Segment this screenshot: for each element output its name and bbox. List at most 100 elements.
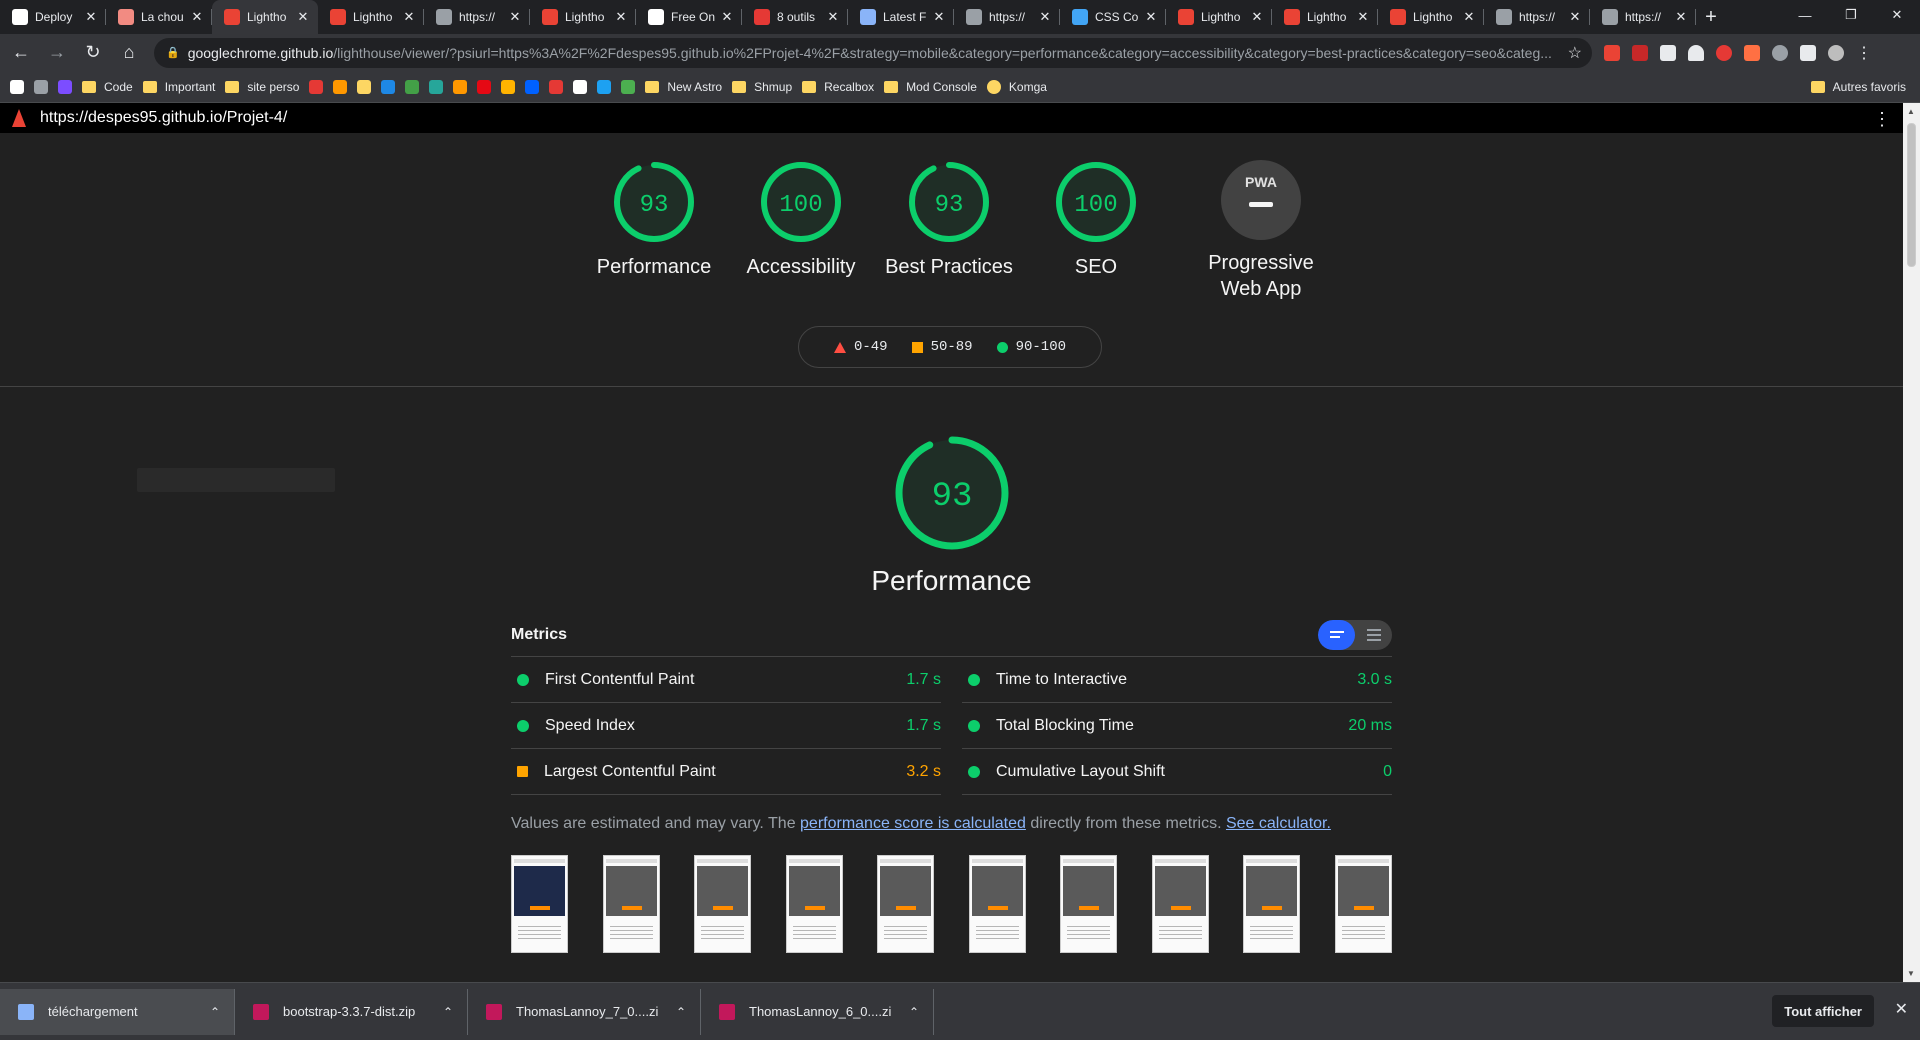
page-scrollbar[interactable]: ▲ ▼ (1903, 103, 1920, 982)
bookmark-item[interactable]: New Astro (645, 80, 722, 94)
browser-tab[interactable]: https:// ✕ (954, 0, 1060, 34)
browser-tab[interactable]: Lightho ✕ (318, 0, 424, 34)
bookmark-item[interactable] (477, 79, 492, 94)
browser-tab[interactable]: Lightho ✕ (530, 0, 636, 34)
scroll-down-icon[interactable]: ▼ (1907, 969, 1915, 978)
browser-tab[interactable]: Latest F ✕ (848, 0, 954, 34)
profile-avatar-icon[interactable] (1822, 39, 1850, 67)
download-item[interactable]: ThomasLannoy_6_0....zi ⌃ (701, 988, 934, 1035)
tab-close-icon[interactable]: ✕ (720, 9, 734, 25)
browser-tab[interactable]: CSS Co ✕ (1060, 0, 1166, 34)
chevron-up-icon[interactable]: ⌃ (443, 1005, 453, 1019)
see-calculator-link[interactable]: See calculator. (1226, 815, 1331, 832)
back-icon[interactable]: ← (6, 38, 36, 68)
gauge-performance[interactable]: 93 Performance (580, 160, 728, 280)
bookmark-item[interactable]: Komga (986, 79, 1047, 94)
bookmark-star-icon[interactable]: ☆ (1568, 43, 1582, 63)
home-icon[interactable]: ⌂ (114, 38, 144, 68)
restore-icon[interactable]: ❐ (1828, 0, 1874, 30)
score-calculated-link[interactable]: performance score is calculated (800, 815, 1026, 832)
bookmark-item[interactable]: Code (82, 80, 133, 94)
bookmark-item[interactable] (573, 79, 588, 94)
tab-close-icon[interactable]: ✕ (1568, 9, 1582, 25)
tab-close-icon[interactable]: ✕ (190, 9, 204, 25)
scrollbar-thumb[interactable] (1907, 123, 1916, 267)
browser-tab[interactable]: Lightho ✕ (1378, 0, 1484, 34)
browser-tab[interactable]: https:// ✕ (1590, 0, 1696, 34)
chevron-up-icon[interactable]: ⌃ (676, 1005, 686, 1019)
tab-close-icon[interactable]: ✕ (1144, 9, 1158, 25)
bookmark-item[interactable] (549, 79, 564, 94)
bookmark-item[interactable]: Recalbox (802, 80, 874, 94)
metrics-view-toggle[interactable] (1318, 619, 1392, 650)
chevron-up-icon[interactable]: ⌃ (909, 1005, 919, 1019)
tab-close-icon[interactable]: ✕ (826, 9, 840, 25)
minimize-icon[interactable]: — (1782, 0, 1828, 30)
report-menu-icon[interactable]: ⋮ (1873, 109, 1891, 130)
bookmark-item[interactable] (333, 79, 348, 94)
bookmark-item[interactable] (309, 79, 324, 94)
other-bookmarks[interactable]: Autres favoris (1810, 80, 1906, 94)
new-tab-icon[interactable]: + (1696, 0, 1726, 34)
show-all-downloads-button[interactable]: Tout afficher (1772, 995, 1874, 1027)
report-url[interactable]: https://despes95.github.io/Projet-4/ (40, 109, 287, 127)
bookmark-item[interactable] (453, 79, 468, 94)
browser-tab[interactable]: Deploy ✕ (0, 0, 106, 34)
tab-close-icon[interactable]: ✕ (508, 9, 522, 25)
close-window-icon[interactable]: ✕ (1874, 0, 1920, 30)
red-extension-icon[interactable] (1626, 39, 1654, 67)
gmail-extension-icon[interactable] (1598, 39, 1626, 67)
download-item[interactable]: bootstrap-3.3.7-dist.zip ⌃ (235, 988, 468, 1035)
scroll-up-icon[interactable]: ▲ (1907, 107, 1915, 116)
forward-icon[interactable]: → (42, 38, 72, 68)
bookmark-item[interactable]: site perso (225, 80, 299, 94)
lock-icon[interactable]: 🔒 (166, 46, 180, 59)
chevron-up-icon[interactable]: ⌃ (210, 1005, 220, 1019)
tab-close-icon[interactable]: ✕ (296, 9, 310, 25)
reload-icon[interactable]: ↻ (78, 38, 108, 68)
browser-tab[interactable]: Lightho ✕ (1166, 0, 1272, 34)
ghost-extension-icon[interactable] (1682, 39, 1710, 67)
bookmark-item[interactable] (597, 79, 612, 94)
tab-close-icon[interactable]: ✕ (1038, 9, 1052, 25)
tab-close-icon[interactable]: ✕ (1356, 9, 1370, 25)
tab-close-icon[interactable]: ✕ (1674, 9, 1688, 25)
tab-close-icon[interactable]: ✕ (84, 9, 98, 25)
play-extension-icon[interactable] (1710, 39, 1738, 67)
bookmark-item[interactable]: Mod Console (884, 80, 977, 94)
download-item[interactable]: téléchargement ⌃ (0, 988, 235, 1035)
tab-close-icon[interactable]: ✕ (614, 9, 628, 25)
expanded-view-button[interactable] (1355, 620, 1392, 650)
bookmark-item[interactable] (381, 79, 396, 94)
tab-close-icon[interactable]: ✕ (402, 9, 416, 25)
bookmark-item[interactable] (405, 79, 420, 94)
gauge-accessibility[interactable]: 100 Accessibility (727, 160, 875, 280)
wappalyzer-extension-icon[interactable] (1766, 39, 1794, 67)
extensions-puzzle-icon[interactable] (1794, 39, 1822, 67)
gauge-pwa[interactable]: PWA Progressive Web App (1187, 160, 1335, 302)
chrome-menu-icon[interactable]: ⋮ (1850, 39, 1878, 67)
gauge-best-practices[interactable]: 93 Best Practices (875, 160, 1023, 280)
bookmark-item[interactable] (357, 79, 372, 94)
browser-tab[interactable]: Lightho ✕ (1272, 0, 1378, 34)
browser-tab[interactable]: 8 outils ✕ (742, 0, 848, 34)
browser-tab[interactable]: https:// ✕ (1484, 0, 1590, 34)
bookmark-item[interactable]: Shmup (732, 80, 792, 94)
browser-tab[interactable]: La chou ✕ (106, 0, 212, 34)
bookmark-item[interactable] (429, 79, 444, 94)
address-bar[interactable]: 🔒 googlechrome.github.io/lighthouse/view… (154, 37, 1592, 68)
bookmark-item[interactable] (10, 79, 24, 94)
bookmark-item[interactable] (501, 79, 516, 94)
browser-tab[interactable]: https:// ✕ (424, 0, 530, 34)
bookmark-item[interactable]: Important (142, 80, 215, 94)
glasses-extension-icon[interactable] (1654, 39, 1682, 67)
download-item[interactable]: ThomasLannoy_7_0....zi ⌃ (468, 988, 701, 1035)
bookmark-item[interactable] (34, 79, 48, 94)
tab-close-icon[interactable]: ✕ (932, 9, 946, 25)
tab-close-icon[interactable]: ✕ (1250, 9, 1264, 25)
tab-close-icon[interactable]: ✕ (1462, 9, 1476, 25)
compact-view-button[interactable] (1318, 619, 1355, 650)
browser-tab[interactable]: Free On ✕ (636, 0, 742, 34)
lighthouse-extension-icon[interactable] (1738, 39, 1766, 67)
bookmark-item[interactable] (525, 79, 540, 94)
